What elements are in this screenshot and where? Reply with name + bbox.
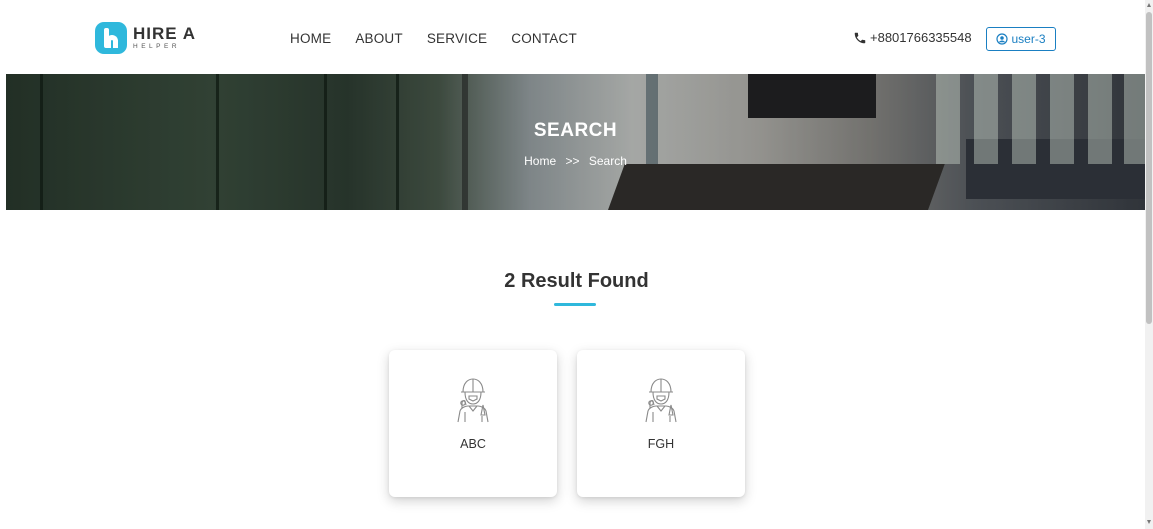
nav-contact[interactable]: CONTACT: [511, 31, 577, 46]
user-button-label: user-3: [1011, 32, 1046, 46]
breadcrumb: Home >> Search: [6, 154, 1145, 168]
banner-tv-shape: [748, 74, 876, 118]
logo-title: HIRE A: [133, 24, 196, 44]
scroll-up-arrow-icon[interactable]: [1147, 3, 1151, 7]
page-banner: SEARCH Home >> Search: [6, 74, 1145, 210]
title-underline: [554, 303, 596, 306]
main-nav: HOME ABOUT SERVICE CONTACT: [290, 31, 601, 46]
phone-icon: [854, 32, 866, 43]
nav-service[interactable]: SERVICE: [427, 31, 487, 46]
breadcrumb-home[interactable]: Home: [524, 154, 556, 168]
nav-home[interactable]: HOME: [290, 31, 331, 46]
page-scrollbar[interactable]: [1145, 0, 1153, 529]
result-card-label: ABC: [460, 437, 486, 451]
user-account-button[interactable]: user-3: [986, 27, 1056, 51]
page-title: SEARCH: [533, 120, 618, 141]
nav-about[interactable]: ABOUT: [355, 31, 403, 46]
scroll-down-arrow-icon[interactable]: [1147, 520, 1151, 524]
phone-number: +8801766335548: [870, 30, 972, 45]
worker-icon: [457, 378, 489, 423]
breadcrumb-current: Search: [588, 154, 627, 168]
results-title: 2 Result Found: [504, 270, 649, 292]
worker-icon: [645, 378, 677, 423]
site-logo[interactable]: HIRE A HELPER: [95, 22, 196, 54]
result-card[interactable]: ABC: [389, 350, 557, 497]
result-card[interactable]: FGH: [577, 350, 745, 497]
site-header: HIRE A HELPER HOME ABOUT SERVICE CONTACT…: [0, 0, 1145, 74]
scrollbar-thumb[interactable]: [1146, 12, 1152, 324]
logo-subtitle: HELPER: [133, 43, 181, 51]
logo-h-icon: [95, 22, 127, 54]
breadcrumb-separator: >>: [565, 154, 580, 168]
user-circle-icon: [996, 33, 1009, 45]
banner-table-shape: [607, 164, 945, 210]
result-card-label: FGH: [647, 437, 675, 451]
phone-link[interactable]: +8801766335548: [853, 30, 972, 45]
